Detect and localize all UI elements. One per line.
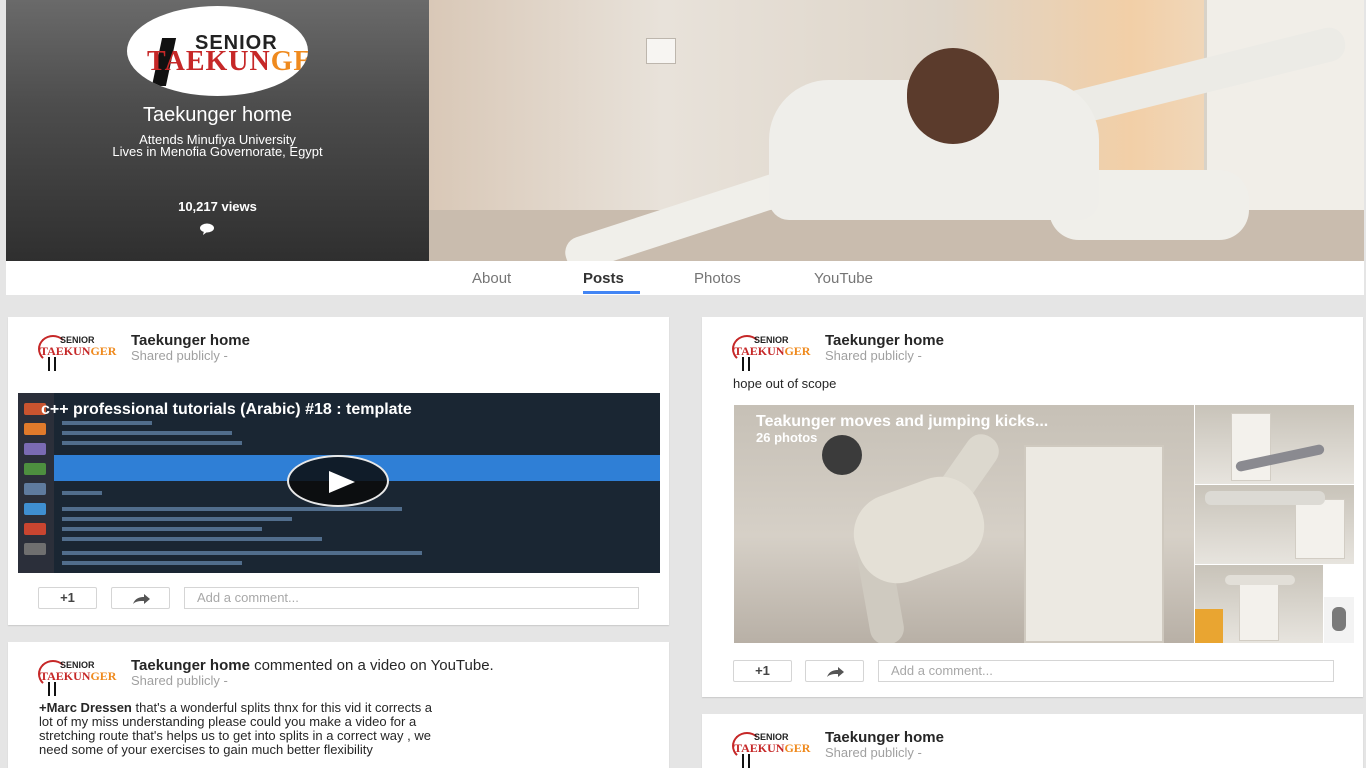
album-photo-count: 26 photos	[756, 430, 818, 445]
plus-one-button[interactable]: +1	[733, 660, 792, 682]
video-ide-sidebar	[18, 393, 54, 573]
album-title[interactable]: Teakunger moves and jumping kicks...	[756, 413, 1048, 431]
post-action-text[interactable]: commented on a video on YouTube.	[254, 657, 494, 674]
post-author: Taekunger home commented on a video on Y…	[131, 657, 494, 674]
thumb-yellow-block	[1195, 609, 1223, 643]
mention-link[interactable]: +Marc Dressen	[39, 700, 132, 715]
avatar-main-orange: GER	[784, 344, 811, 358]
share-button[interactable]	[805, 660, 864, 682]
avatar-main-red: TAEKUN	[734, 741, 785, 755]
comment-input[interactable]: Add a comment...	[184, 587, 639, 609]
album-thumbnail[interactable]	[1195, 405, 1354, 484]
tab-about[interactable]: About	[472, 270, 511, 287]
thumb-figure	[1332, 607, 1346, 631]
thumb-figure	[1205, 491, 1325, 505]
comment-line-1: that's a wonderful splits thnx for this …	[131, 700, 433, 715]
post-author[interactable]: Taekunger home	[825, 332, 944, 349]
avatar-main-orange: GER	[90, 669, 117, 683]
bottom-post-card: SENIOR TAEKUNGER Taekunger home Shared p…	[702, 714, 1363, 768]
profile-header: SENIOR TAEKUNGER Taekunger home Attends …	[6, 0, 1364, 295]
avatar-belt	[742, 357, 750, 371]
avatar-main-red: TAEKUN	[40, 669, 91, 683]
profile-views: 10,217 views	[178, 199, 257, 214]
chat-bubble-icon[interactable]	[199, 223, 215, 235]
logo-main-red: TAEKUN	[147, 46, 271, 77]
avatar[interactable]: SENIOR TAEKUNGER	[36, 658, 116, 698]
avatar-belt	[48, 682, 56, 696]
post-author[interactable]: Taekunger home	[131, 332, 250, 349]
comment-input[interactable]: Add a comment...	[878, 660, 1334, 682]
album-post-card: SENIOR TAEKUNGER Taekunger home Shared p…	[702, 317, 1363, 697]
post-author-name[interactable]: Taekunger home	[131, 657, 250, 674]
avatar-main-orange: GER	[90, 344, 117, 358]
avatar-main-red: TAEKUN	[734, 344, 785, 358]
cover-person-head	[907, 48, 999, 144]
avatar-belt	[742, 754, 750, 768]
album-thumbnail[interactable]	[1195, 485, 1354, 564]
profile-lives: Lives in Menofia Governorate, Egypt	[112, 144, 323, 159]
post-author[interactable]: Taekunger home	[825, 729, 944, 746]
thumb-door	[1239, 583, 1279, 641]
post-visibility[interactable]: Shared publicly -	[131, 348, 228, 363]
avatar-main-orange: GER	[784, 741, 811, 755]
tab-posts[interactable]: Posts	[583, 270, 624, 287]
comment-line-2: lot of my miss understanding please coul…	[39, 714, 417, 729]
album-thumbnail[interactable]	[1195, 565, 1323, 643]
post-visibility[interactable]: Shared publicly -	[131, 673, 228, 688]
album-cover-photo[interactable]: Teakunger moves and jumping kicks... 26 …	[734, 405, 1194, 643]
profile-tabs: About Posts Photos YouTube	[6, 261, 1364, 295]
tab-youtube[interactable]: YouTube	[814, 270, 873, 287]
active-tab-indicator	[583, 291, 640, 294]
video-thumbnail[interactable]: c++ professional tutorials (Arabic) #18 …	[18, 393, 660, 573]
avatar[interactable]: SENIOR TAEKUNGER	[36, 333, 116, 373]
post-visibility[interactable]: Shared publicly -	[825, 745, 922, 760]
post-visibility[interactable]: Shared publicly -	[825, 348, 922, 363]
logo-main-text: TAEKUNGER	[147, 46, 308, 78]
thumb-door	[1295, 499, 1345, 559]
share-button[interactable]	[111, 587, 170, 609]
video-title[interactable]: c++ professional tutorials (Arabic) #18 …	[41, 401, 412, 419]
comment-line-3: stretching route that's helps us to get …	[39, 728, 431, 743]
logo-main-orange: GER	[270, 46, 308, 77]
avatar[interactable]: SENIOR TAEKUNGER	[730, 333, 810, 373]
thumb-door	[1231, 413, 1271, 481]
album-wall-clock	[822, 435, 862, 475]
share-arrow-icon	[132, 593, 150, 604]
avatar-main-red: TAEKUN	[40, 344, 91, 358]
comment-line-4: need some of your exercises to gain much…	[39, 742, 373, 757]
comment-post-card: SENIOR TAEKUNGER Taekunger home commente…	[8, 642, 669, 768]
post-text: hope out of scope	[733, 376, 837, 391]
play-button[interactable]	[287, 455, 389, 507]
album-thumbnail-small[interactable]	[1324, 597, 1354, 643]
album-door	[1024, 445, 1164, 643]
video-post-card: SENIOR TAEKUNGER Taekunger home Shared p…	[8, 317, 669, 625]
tab-photos[interactable]: Photos	[694, 270, 741, 287]
avatar[interactable]: SENIOR TAEKUNGER	[730, 730, 810, 768]
share-arrow-icon	[826, 666, 844, 677]
comment-text: +Marc Dressen that's a wonderful splits …	[39, 701, 649, 757]
avatar-belt	[48, 357, 56, 371]
profile-name: Taekunger home	[143, 104, 292, 126]
profile-panel: SENIOR TAEKUNGER Taekunger home Attends …	[6, 0, 429, 261]
album-edge	[712, 405, 734, 643]
wall-outlet	[646, 38, 676, 64]
profile-logo[interactable]: SENIOR TAEKUNGER	[127, 6, 308, 96]
plus-one-button[interactable]: +1	[38, 587, 97, 609]
thumb-figure	[1225, 575, 1295, 585]
photo-album[interactable]: Teakunger moves and jumping kicks... 26 …	[712, 405, 1354, 645]
play-icon	[329, 471, 355, 493]
profile-details: Attends Minufiya University Lives in Men…	[6, 133, 429, 159]
cover-photo[interactable]	[429, 0, 1364, 261]
